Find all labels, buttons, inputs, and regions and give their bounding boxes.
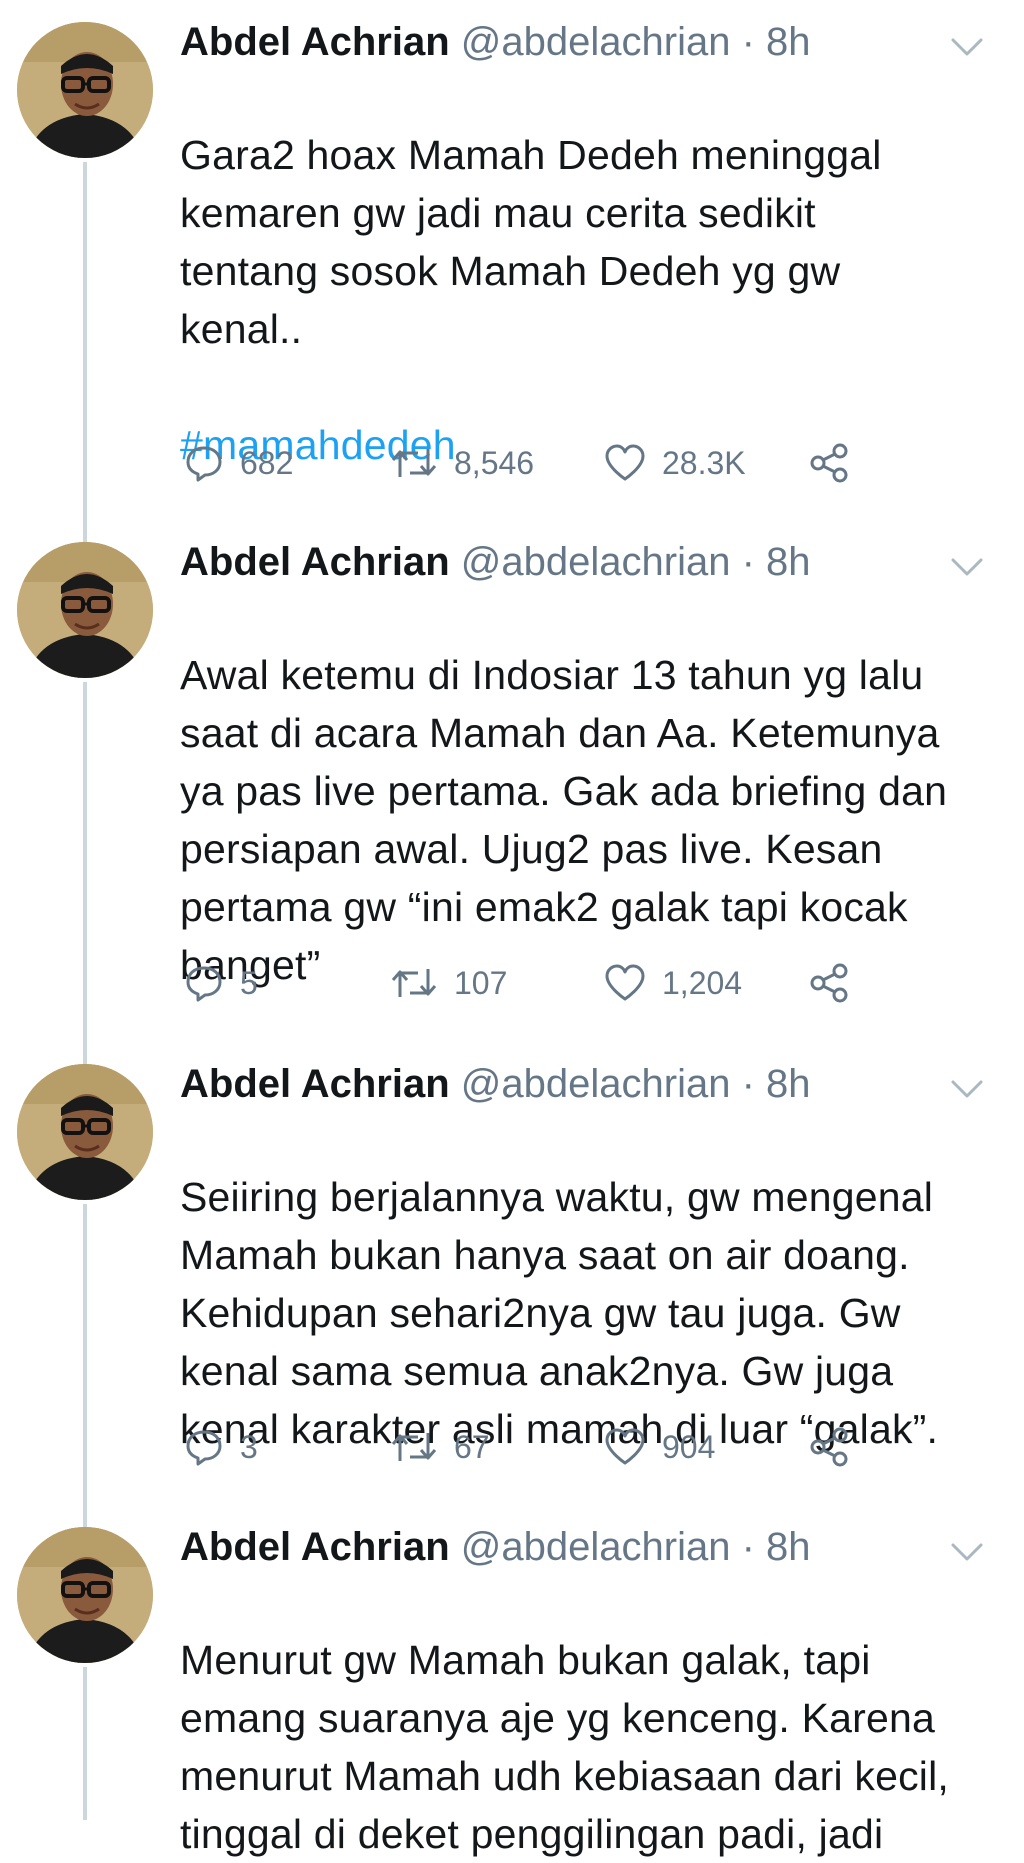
share-button[interactable] [808,958,850,1008]
reply-button[interactable]: 5 [184,958,258,1008]
avatar[interactable] [17,22,153,158]
tweet-actions: 682 8,546 28.3K [180,438,940,488]
reply-icon [186,1430,222,1466]
separator: · [741,1062,755,1106]
tweet-text: Gara2 hoax Mamah Dedeh meninggal kemaren… [180,68,1000,474]
chevron-down-icon[interactable] [950,36,984,58]
tweet-thread: Abdel Achrian @abdelachrian · 8h Gara2 h… [0,0,1024,1857]
tweet-header: Abdel Achrian @abdelachrian · 8h [180,534,811,590]
avatar[interactable] [17,1064,153,1200]
avatar[interactable] [17,1527,153,1663]
reply-icon [186,446,222,482]
like-button[interactable]: 1,204 [604,958,742,1008]
tweet-body: Gara2 hoax Mamah Dedeh meninggal kemaren… [180,132,882,352]
avatar-photo [17,1527,153,1663]
reply-button[interactable]: 682 [184,438,293,488]
share-icon [810,1427,848,1467]
timestamp[interactable]: 8h [766,1062,811,1106]
thread-line [83,1204,87,1530]
chevron-down-icon[interactable] [950,1541,984,1563]
separator: · [741,540,755,584]
author-handle[interactable]: @abdelachrian [461,20,731,64]
share-icon [810,443,848,483]
like-button[interactable]: 28.3K [604,438,746,488]
avatar-photo [17,542,153,678]
reply-button[interactable]: 3 [184,1422,258,1472]
timestamp[interactable]: 8h [766,20,811,64]
thread-line [83,162,87,547]
tweet-body: Awal ketemu di Indosiar 13 tahun yg lalu… [180,652,948,988]
heart-icon [605,1428,645,1465]
heart-icon [605,444,645,481]
retweet-count: 107 [454,964,508,1001]
reply-count: 682 [240,444,294,481]
avatar-photo [17,1064,153,1200]
avatar-photo [17,22,153,158]
timestamp[interactable]: 8h [766,1525,811,1569]
retweet-icon [391,1433,437,1461]
author-name[interactable]: Abdel Achrian [180,1525,450,1569]
tweet-header: Abdel Achrian @abdelachrian · 8h [180,1519,811,1575]
retweet-button[interactable]: 107 [390,958,507,1008]
retweet-icon [391,449,437,477]
timestamp[interactable]: 8h [766,540,811,584]
author-handle[interactable]: @abdelachrian [461,540,731,584]
like-count: 1,204 [662,964,743,1001]
separator: · [741,20,755,64]
tweet-text: Awal ketemu di Indosiar 13 tahun yg lalu… [180,588,1000,994]
tweet-actions: 5 107 1,204 [180,958,940,1008]
retweet-count: 67 [454,1428,490,1465]
like-button[interactable]: 904 [604,1422,715,1472]
reply-icon [186,966,222,1002]
reply-count: 5 [240,964,258,1001]
share-icon [810,963,848,1003]
tweet-body: Seiiring berjalannya waktu, gw mengenal … [180,1174,939,1452]
like-count: 904 [662,1428,716,1465]
separator: · [741,1525,755,1569]
retweet-count: 8,546 [454,444,535,481]
thread-line [83,1667,87,1820]
reply-count: 3 [240,1428,258,1465]
tweet-header: Abdel Achrian @abdelachrian · 8h [180,14,811,70]
author-name[interactable]: Abdel Achrian [180,1062,450,1106]
avatar[interactable] [17,542,153,678]
retweet-button[interactable]: 8,546 [390,438,534,488]
like-count: 28.3K [662,444,746,481]
chevron-down-icon[interactable] [950,556,984,578]
thread-line [83,682,87,1067]
author-name[interactable]: Abdel Achrian [180,540,450,584]
retweet-button[interactable]: 67 [390,1422,490,1472]
tweet-text: Seiiring berjalannya waktu, gw mengenal … [180,1110,1000,1458]
heart-icon [605,964,645,1001]
author-handle[interactable]: @abdelachrian [461,1062,731,1106]
tweet-body: Menurut gw Mamah bukan galak, tapi emang… [180,1637,949,1857]
tweet-header: Abdel Achrian @abdelachrian · 8h [180,1056,811,1112]
author-name[interactable]: Abdel Achrian [180,20,450,64]
author-handle[interactable]: @abdelachrian [461,1525,731,1569]
share-button[interactable] [808,1422,850,1472]
tweet-actions: 3 67 904 [180,1422,940,1472]
retweet-icon [391,969,437,997]
chevron-down-icon[interactable] [950,1078,984,1100]
share-button[interactable] [808,438,850,488]
